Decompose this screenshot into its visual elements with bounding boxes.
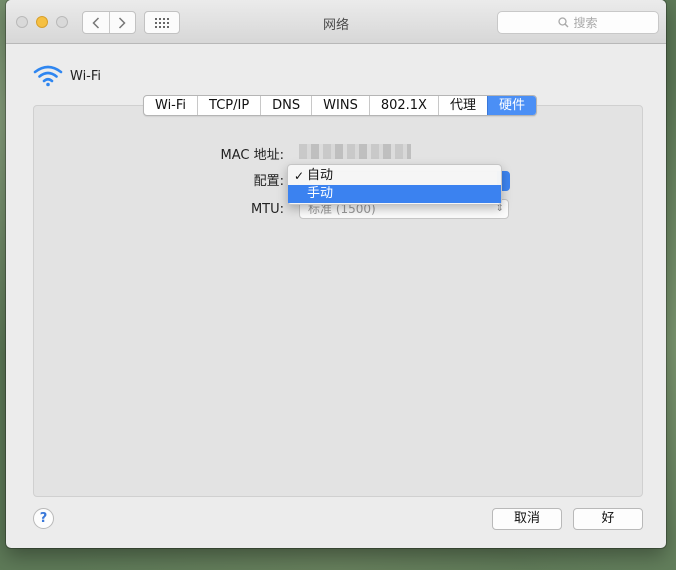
ok-button[interactable]: 好 bbox=[573, 508, 643, 530]
mac-address-value-redacted bbox=[299, 144, 411, 159]
help-button[interactable]: ? bbox=[33, 508, 54, 529]
tab-dns[interactable]: DNS bbox=[260, 96, 311, 115]
interface-name: Wi-Fi bbox=[70, 68, 102, 84]
menu-item-automatic[interactable]: ✓ 自动 bbox=[288, 167, 501, 185]
interface-header: Wi-Fi bbox=[33, 65, 101, 87]
config-label: 配置: bbox=[253, 174, 284, 189]
tab-tcpip[interactable]: TCP/IP bbox=[197, 96, 260, 115]
cancel-button[interactable]: 取消 bbox=[492, 508, 562, 530]
mac-address-label: MAC 地址: bbox=[220, 148, 284, 163]
wifi-icon bbox=[33, 65, 63, 87]
content-area: Wi-Fi Wi-Fi TCP/IP DNS WINS 802.1X 代理 硬件… bbox=[6, 45, 666, 548]
search-placeholder: 搜索 bbox=[573, 16, 598, 30]
tab-hardware[interactable]: 硬件 bbox=[486, 96, 536, 115]
config-dropdown-menu: ✓ 自动 手动 bbox=[287, 164, 502, 205]
menu-item-label: 自动 bbox=[307, 168, 334, 183]
tab-bar: Wi-Fi TCP/IP DNS WINS 802.1X 代理 硬件 bbox=[143, 95, 537, 116]
tab-wifi[interactable]: Wi-Fi bbox=[144, 96, 197, 115]
title-bar: 网络 搜索 bbox=[6, 0, 666, 44]
tab-proxy[interactable]: 代理 bbox=[437, 96, 487, 115]
menu-item-manual[interactable]: 手动 bbox=[288, 185, 501, 203]
network-preferences-window: 网络 搜索 Wi-Fi Wi-Fi TCP/IP DNS WINS 802.1X… bbox=[6, 0, 666, 548]
tab-wins[interactable]: WINS bbox=[311, 96, 369, 115]
search-icon bbox=[558, 17, 569, 28]
mtu-label: MTU: bbox=[250, 202, 284, 217]
checkmark-icon: ✓ bbox=[294, 169, 305, 183]
menu-item-label: 手动 bbox=[307, 186, 334, 201]
search-field[interactable]: 搜索 bbox=[497, 11, 659, 34]
tab-8021x[interactable]: 802.1X bbox=[368, 96, 438, 115]
